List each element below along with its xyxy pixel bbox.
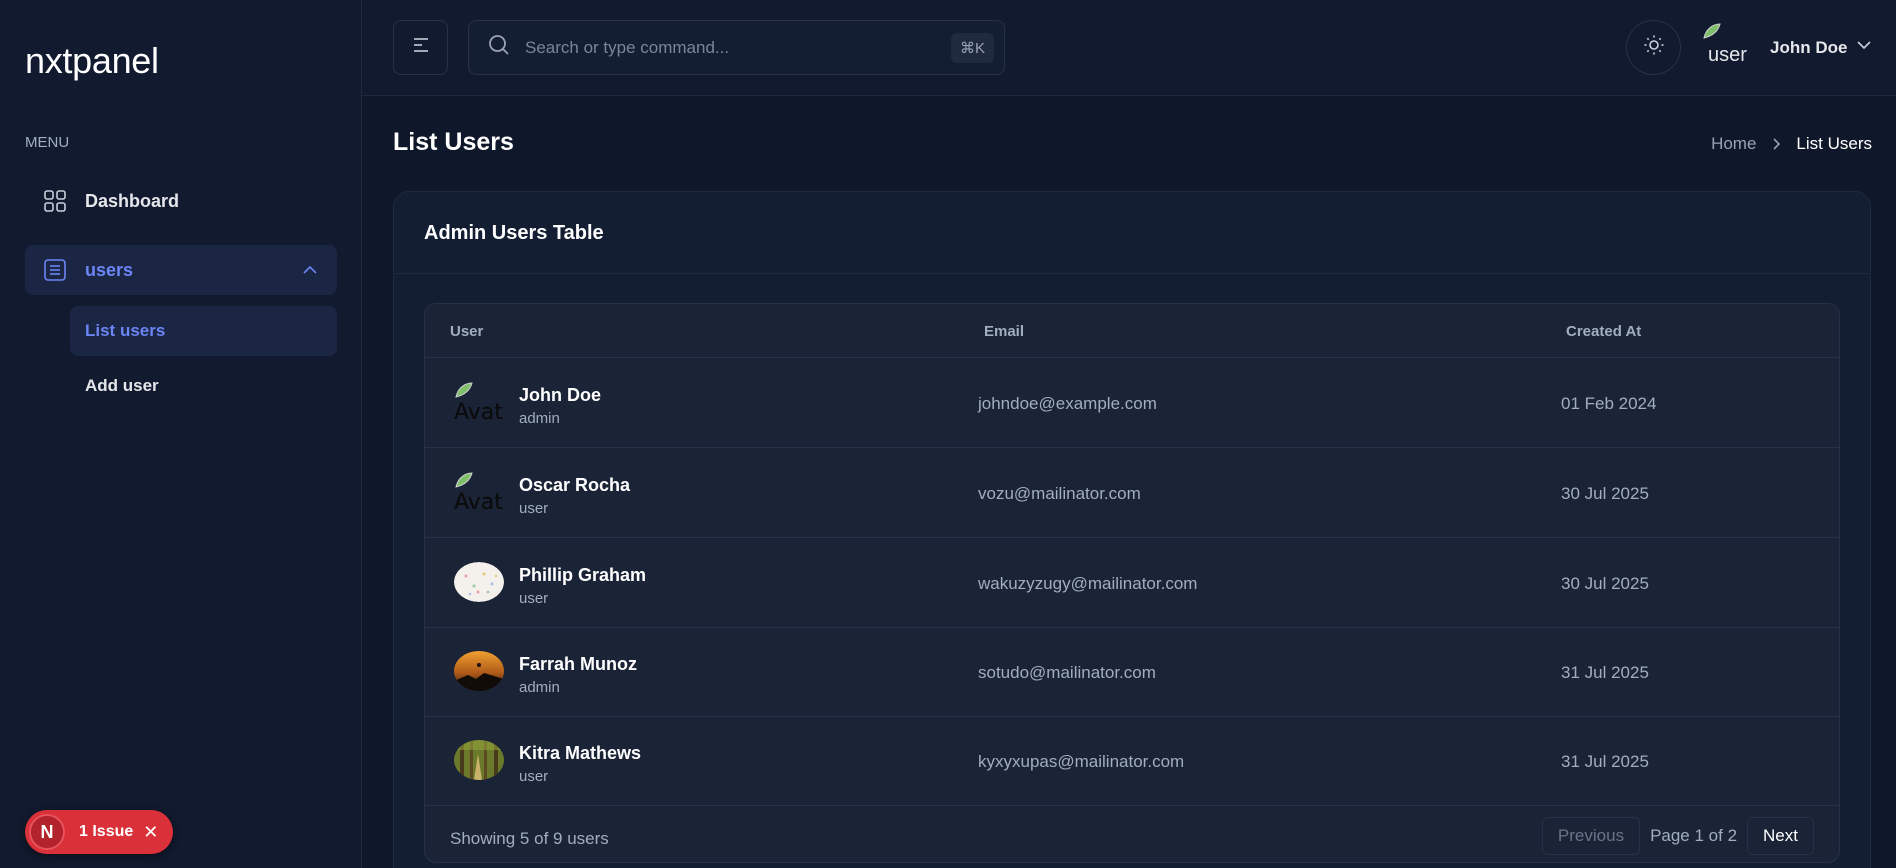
sidebar-subitem-add-user[interactable]: Add user (70, 361, 337, 411)
issue-badge[interactable]: N 1 Issue ✕ (25, 810, 173, 854)
avatar: Avatar (454, 470, 504, 516)
close-icon[interactable]: ✕ (143, 822, 158, 843)
top-header: ⌘K user John Doe (362, 0, 1896, 96)
chevron-right-icon (1768, 136, 1784, 152)
page-indicator: Page 1 of 2 (1650, 826, 1738, 845)
avatar-alt-text: Avatar (454, 400, 504, 425)
created-date: 31 Jul 2025 (1561, 752, 1649, 771)
table-row[interactable]: Farrah Munoz admin sotudo@mailinator.com… (425, 628, 1839, 717)
sidebar-item-label: Dashboard (85, 190, 180, 211)
avatar[interactable]: user (1702, 22, 1754, 70)
search-input[interactable] (525, 37, 945, 58)
users-table: User Email Created At Avatar John Doe ad… (424, 303, 1840, 863)
table-row[interactable]: Phillip Graham user wakuzyzugy@mailinato… (425, 539, 1839, 628)
grid-icon (43, 189, 67, 213)
sidebar-item-label: users (85, 259, 134, 280)
brand-logo[interactable]: nxtpanel (25, 40, 159, 82)
previous-button[interactable]: Previous (1541, 817, 1641, 855)
users-card: Admin Users Table User Email Created At … (393, 191, 1871, 868)
menu-label: MENU (25, 134, 70, 151)
broken-image-icon (455, 472, 473, 488)
theme-toggle-button[interactable] (1626, 20, 1681, 75)
search-box[interactable]: ⌘K (468, 20, 1005, 75)
chevron-up-icon[interactable] (301, 261, 319, 284)
breadcrumb-current: List Users (1796, 134, 1872, 153)
user-email: johndoe@example.com (978, 394, 1157, 413)
column-header-email: Email (984, 323, 1025, 340)
created-date: 30 Jul 2025 (1561, 484, 1649, 503)
user-name: Oscar Rocha (519, 475, 631, 495)
issue-count: 1 Issue (79, 823, 134, 840)
user-role: admin (519, 679, 560, 696)
chevron-down-icon (1847, 36, 1873, 59)
column-header-user: User (450, 323, 484, 340)
sun-icon (1643, 34, 1665, 61)
table-header: User Email Created At (425, 304, 1839, 358)
user-email: vozu@mailinator.com (978, 484, 1141, 503)
search-icon (487, 33, 511, 62)
user-menu[interactable]: John Doe (1770, 36, 1873, 59)
card-title: Admin Users Table (424, 222, 604, 244)
avatar (454, 651, 504, 691)
table-row[interactable]: Avatar Oscar Rocha user vozu@mailinator.… (425, 449, 1839, 538)
next-button[interactable]: Next (1747, 817, 1814, 855)
broken-image-icon (1702, 22, 1722, 46)
avatar: Avatar (454, 380, 504, 426)
user-email: sotudo@mailinator.com (978, 663, 1156, 682)
shortcut-badge: ⌘K (950, 33, 994, 63)
user-role: admin (519, 410, 560, 427)
created-date: 31 Jul 2025 (1561, 663, 1649, 682)
sidebar: nxtpanel MENU Dashboard users List users… (0, 0, 362, 868)
created-date: 01 Feb 2024 (1561, 394, 1657, 413)
user-name: John Doe (519, 385, 602, 405)
avatar (454, 562, 504, 602)
user-name: Phillip Graham (519, 565, 647, 585)
avatar-alt-text: Avatar (454, 490, 504, 515)
sidebar-toggle-button[interactable] (393, 20, 448, 75)
column-header-created-at: Created At (1566, 323, 1642, 340)
sidebar-subitem-list-users[interactable]: List users (70, 306, 337, 356)
document-icon (43, 258, 67, 282)
breadcrumb: Home List Users (1711, 134, 1872, 154)
pagination: Previous Page 1 of 2 Next (1541, 817, 1814, 855)
avatar-alt-text: user (1708, 44, 1747, 66)
broken-image-icon (455, 382, 473, 398)
created-date: 30 Jul 2025 (1561, 574, 1649, 593)
table-row[interactable]: Avatar John Doe admin johndoe@example.co… (425, 359, 1839, 448)
nextjs-logo-icon: N (29, 814, 65, 850)
sidebar-item-dashboard[interactable]: Dashboard (25, 176, 337, 226)
pagination-summary: Showing 5 of 9 users (450, 829, 609, 848)
divider (394, 273, 1870, 274)
user-name: Farrah Munoz (519, 654, 638, 674)
user-name: Kitra Mathews (519, 743, 642, 763)
sidebar-item-users[interactable]: users (25, 245, 337, 295)
user-name: John Doe (1770, 37, 1848, 57)
page-title: List Users (393, 128, 514, 156)
user-email: wakuzyzugy@mailinator.com (978, 574, 1198, 593)
table-row[interactable]: Kitra Mathews user kyxyxupas@mailinator.… (425, 717, 1839, 806)
user-email: kyxyxupas@mailinator.com (978, 752, 1185, 771)
menu-icon (411, 35, 431, 60)
avatar (454, 740, 504, 780)
breadcrumb-home[interactable]: Home (1711, 134, 1756, 154)
user-role: user (519, 768, 549, 785)
user-role: user (519, 500, 549, 517)
user-role: user (519, 590, 549, 607)
